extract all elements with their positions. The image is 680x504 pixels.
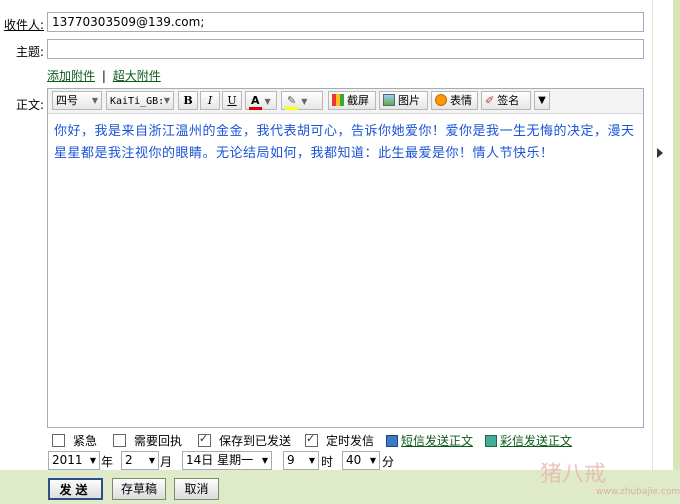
attachment-links: 添加附件 | 超大附件	[47, 67, 161, 84]
body-label: 正文:	[16, 98, 45, 112]
highlight-pen-icon: ✎	[285, 94, 299, 110]
year-select[interactable]: 2011 ▼	[48, 451, 100, 470]
watermark-url: www.zhubajie.com	[596, 487, 680, 497]
font-family-select[interactable]: KaiTi_GB: ▼	[106, 91, 174, 110]
day-select[interactable]: 14日 星期一 ▼	[182, 451, 272, 470]
subject-field[interactable]	[47, 39, 644, 59]
sms-icon	[386, 435, 398, 447]
italic-button[interactable]: I	[200, 91, 220, 110]
cancel-button[interactable]: 取消	[174, 478, 219, 500]
subject-label: 主题:	[16, 45, 45, 59]
right-side-panel	[652, 0, 680, 470]
screenshot-icon	[332, 94, 344, 106]
to-label[interactable]: 收件人:	[4, 16, 44, 33]
add-attachment-link[interactable]: 添加附件	[47, 69, 95, 83]
mms-send-link[interactable]: 彩信发送正文	[500, 434, 572, 448]
send-button[interactable]: 发送	[48, 478, 103, 500]
bold-button[interactable]: B	[178, 91, 198, 110]
mms-icon	[485, 435, 497, 447]
side-strip	[673, 0, 680, 470]
font-color-icon: A	[249, 94, 262, 110]
save-sent-option[interactable]: 保存到已发送	[198, 432, 291, 449]
underline-button[interactable]: U	[222, 91, 242, 110]
message-body-text[interactable]: 你好，我是来自浙江温州的金金，我代表胡可心，告诉你她爱你！爱你是我一生无悔的决定…	[54, 121, 639, 165]
sms-send-link[interactable]: 短信发送正文	[401, 434, 473, 448]
screenshot-button[interactable]: 截屏	[328, 91, 376, 110]
pen-icon: ✐	[485, 94, 495, 107]
urgent-option[interactable]: 紧急	[52, 432, 97, 449]
font-color-button[interactable]: A ▼	[245, 91, 277, 110]
mms-send-option[interactable]: 彩信发送正文	[485, 432, 572, 449]
urgent-checkbox[interactable]	[52, 434, 65, 447]
smiley-icon	[435, 94, 447, 106]
highlight-color-button[interactable]: ✎ ▼	[281, 91, 323, 110]
save-draft-button[interactable]: 存草稿	[112, 478, 166, 500]
editor-toolbar: 四号 ▼ KaiTi_GB: ▼ B I U A ▼ ✎ ▼ 截屏 图片 表情 ✐ 签名 …	[48, 89, 643, 114]
big-attachment-link[interactable]: 超大附件	[113, 69, 161, 83]
font-size-select[interactable]: 四号 ▼	[52, 91, 102, 110]
month-unit: 月	[160, 455, 173, 469]
sms-send-option[interactable]: 短信发送正文	[386, 432, 473, 449]
hour-select[interactable]: 9 ▼	[283, 451, 319, 470]
minute-select[interactable]: 40 ▼	[342, 451, 380, 470]
image-icon	[383, 94, 395, 106]
message-editor[interactable]: 四号 ▼ KaiTi_GB: ▼ B I U A ▼ ✎ ▼ 截屏 图片 表情 ✐ 签名 …	[47, 88, 644, 428]
receipt-option[interactable]: 需要回执	[113, 432, 182, 449]
minute-unit: 分	[382, 455, 395, 469]
insert-image-button[interactable]: 图片	[379, 91, 428, 110]
emoji-button[interactable]: 表情	[431, 91, 478, 110]
year-unit: 年	[101, 455, 114, 469]
scheduled-send-checkbox[interactable]	[305, 432, 318, 447]
link-separator: |	[101, 69, 106, 83]
to-field[interactable]: 13770303509@139.com;	[47, 12, 644, 32]
signature-button[interactable]: ✐ 签名	[481, 91, 531, 110]
receipt-checkbox[interactable]	[113, 434, 126, 447]
more-tools-button[interactable]: ▼	[534, 91, 550, 110]
scheduled-send-option[interactable]: 定时发信	[305, 432, 374, 449]
watermark-logo: 猪八戒	[540, 462, 607, 487]
hour-unit: 时	[321, 455, 334, 469]
save-sent-checkbox[interactable]	[198, 432, 211, 447]
expand-right-arrow-icon[interactable]	[657, 148, 663, 158]
month-select[interactable]: 2 ▼	[121, 451, 159, 470]
